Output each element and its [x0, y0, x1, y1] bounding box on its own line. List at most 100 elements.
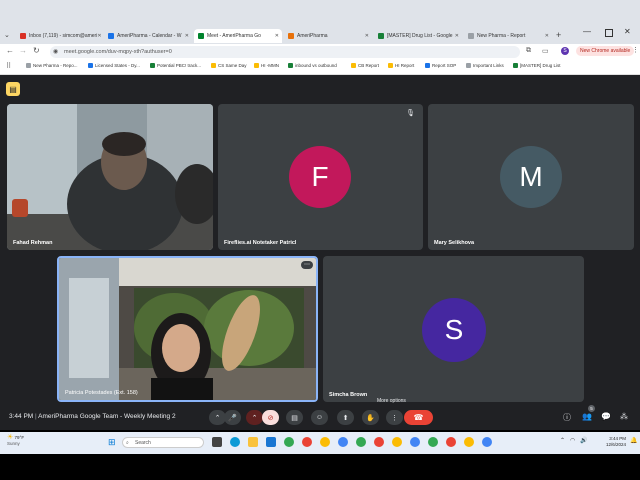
leave-call-button[interactable]: ☎: [404, 410, 433, 425]
close-tab-icon[interactable]: ✕: [185, 33, 189, 39]
bookmark-item[interactable]: New Pharma - Repo...: [26, 63, 78, 68]
tab-calendar[interactable]: AmeriPharma - Calendar - W ✕: [104, 29, 192, 43]
meet-icon: [198, 33, 204, 39]
more-options-tooltip: More options: [377, 398, 406, 404]
back-icon[interactable]: ←: [6, 46, 14, 55]
close-window-icon[interactable]: ✕: [624, 27, 631, 36]
tab-ameripharma[interactable]: AmeriPharma ✕: [284, 29, 372, 43]
reload-icon[interactable]: ↻: [33, 46, 40, 55]
edge-icon[interactable]: [230, 437, 240, 447]
tray-overflow-icon[interactable]: ⌃: [560, 437, 565, 444]
participant-tile-fahad[interactable]: Fahad Rehman: [7, 104, 213, 250]
chrome-icon[interactable]: [356, 437, 366, 447]
site-info-icon[interactable]: ◉: [53, 46, 58, 58]
tab-meet[interactable]: Meet - AmeriPharma Go ✕: [194, 29, 282, 43]
emoji-button[interactable]: ☺: [311, 410, 328, 425]
bookmark-item[interactable]: inbound vs outbound: [288, 63, 337, 68]
windows-start-icon[interactable]: ⊞: [108, 437, 116, 448]
participant-tile-simcha[interactable]: S Simcha Brown: [323, 256, 584, 402]
chrome-icon[interactable]: [320, 437, 330, 447]
meet-activity-icon[interactable]: ▤: [6, 82, 20, 96]
close-tab-icon[interactable]: ✕: [545, 33, 549, 39]
apps-icon[interactable]: ⠿: [6, 62, 11, 70]
chrome-icon[interactable]: [302, 437, 312, 447]
chrome-icon[interactable]: [374, 437, 384, 447]
raise-hand-button[interactable]: ✋: [362, 410, 379, 425]
meeting-title: AmeriPharma Google Team - Weekly Meeting…: [38, 413, 176, 420]
close-tab-icon[interactable]: ✕: [97, 33, 101, 39]
weather-widget[interactable]: ☀ 79°F Sunny: [7, 434, 24, 447]
extensions-icon[interactable]: ⧉: [526, 47, 531, 55]
video-options-button[interactable]: ⌃: [246, 410, 263, 425]
participant-avatar: F: [289, 146, 351, 208]
bookmark-item[interactable]: Licensed States - Dy...: [88, 63, 140, 68]
profile-avatar[interactable]: S: [561, 47, 569, 55]
participant-tile-mary[interactable]: M Mary Selikhova: [428, 104, 634, 250]
bookmark-item[interactable]: HI Report: [388, 63, 414, 68]
captions-button[interactable]: ▤: [286, 410, 303, 425]
tab-gmail[interactable]: Inbox (7,119) - simcom@ameri ✕: [16, 29, 102, 43]
chrome-icon[interactable]: [464, 437, 474, 447]
new-chrome-button[interactable]: New Chrome available: [576, 46, 635, 56]
participant-tile-patricia[interactable]: ⋯ Patricia Potestades (Ext. 158): [57, 256, 318, 402]
meeting-info-icon[interactable]: ⓘ: [563, 412, 571, 423]
task-view-icon[interactable]: [212, 437, 222, 447]
bookmark-item[interactable]: Report SOP: [425, 63, 456, 68]
site-icon: [288, 33, 294, 39]
participant-avatar: M: [500, 146, 562, 208]
bookmark-item[interactable]: Potential PBC! track...: [150, 63, 201, 68]
chrome-icon[interactable]: [428, 437, 438, 447]
bookmark-item[interactable]: CS Same Day: [211, 63, 247, 68]
tab-label: [MASTER] Drug List - Google: [387, 33, 453, 39]
new-tab-button[interactable]: +: [556, 30, 561, 40]
report-icon: [468, 33, 474, 39]
sidebar-icon[interactable]: ▭: [542, 47, 549, 55]
bookmark-item[interactable]: CB Report: [351, 63, 379, 68]
tab-report[interactable]: New Pharma - Report ✕: [464, 29, 552, 43]
close-tab-icon[interactable]: ✕: [365, 33, 369, 39]
bookmark-label: [MASTER] Drug List: [520, 63, 561, 68]
chrome-icon[interactable]: [410, 437, 420, 447]
people-count-badge: 5: [588, 405, 595, 412]
more-options-button[interactable]: ⋮: [386, 410, 403, 425]
sun-icon: ☀: [7, 434, 14, 441]
people-icon[interactable]: 👥: [582, 412, 592, 421]
forward-icon[interactable]: →: [19, 46, 27, 55]
camera-off-button[interactable]: ⊘: [262, 410, 279, 425]
bookmark-label: HI Report: [395, 63, 415, 68]
taskbar-search[interactable]: ⌕ Search: [122, 437, 204, 448]
bookmark-item[interactable]: [MASTER] Drug List: [513, 63, 561, 68]
hand-icon: ✋: [366, 414, 375, 422]
participant-tile-fireflies[interactable]: F 🎙 Fireflies.ai Notetaker Patricl: [218, 104, 423, 250]
address-bar[interactable]: ◉ meet.google.com/duv-mqpy-xth?authuser=…: [50, 46, 520, 58]
bookmark-item[interactable]: Important Links: [466, 63, 504, 68]
minimize-icon[interactable]: —: [583, 27, 591, 36]
chrome-icon[interactable]: [392, 437, 402, 447]
file-explorer-icon[interactable]: [248, 437, 258, 447]
bookmark-favicon-icon: [254, 63, 259, 68]
close-tab-icon[interactable]: ✕: [275, 33, 279, 39]
notification-icon[interactable]: 🔔: [630, 437, 637, 444]
activities-icon[interactable]: ⁂: [620, 412, 628, 421]
maximize-icon[interactable]: [605, 29, 613, 37]
store-icon[interactable]: [266, 437, 276, 447]
chat-icon[interactable]: 💬: [601, 412, 611, 421]
close-tab-icon[interactable]: ✕: [455, 33, 459, 39]
chrome-icon[interactable]: [284, 437, 294, 447]
wifi-icon[interactable]: ◠: [570, 437, 575, 444]
tile-options-icon[interactable]: ⋯: [301, 261, 313, 269]
taskbar-clock[interactable]: 3:44 PM 12/6/2024: [598, 436, 626, 448]
chrome-icon[interactable]: [338, 437, 348, 447]
bookmark-item[interactable]: HI -MMN: [254, 63, 279, 68]
tab-search-icon[interactable]: ⌄: [4, 31, 10, 39]
chrome-icon[interactable]: [446, 437, 456, 447]
more-vert-icon: ⋮: [391, 414, 398, 422]
volume-icon[interactable]: 🔊: [580, 437, 587, 444]
microphone-button[interactable]: 🎤: [224, 410, 241, 425]
present-button[interactable]: ⬆: [337, 410, 354, 425]
menu-icon[interactable]: ⋮: [632, 46, 639, 54]
present-icon: ⬆: [342, 414, 349, 422]
url-text: meet.google.com/duv-mqpy-xth?authuser=0: [64, 49, 172, 55]
tab-drug-list[interactable]: [MASTER] Drug List - Google ✕: [374, 29, 462, 43]
chrome-icon[interactable]: [482, 437, 492, 447]
